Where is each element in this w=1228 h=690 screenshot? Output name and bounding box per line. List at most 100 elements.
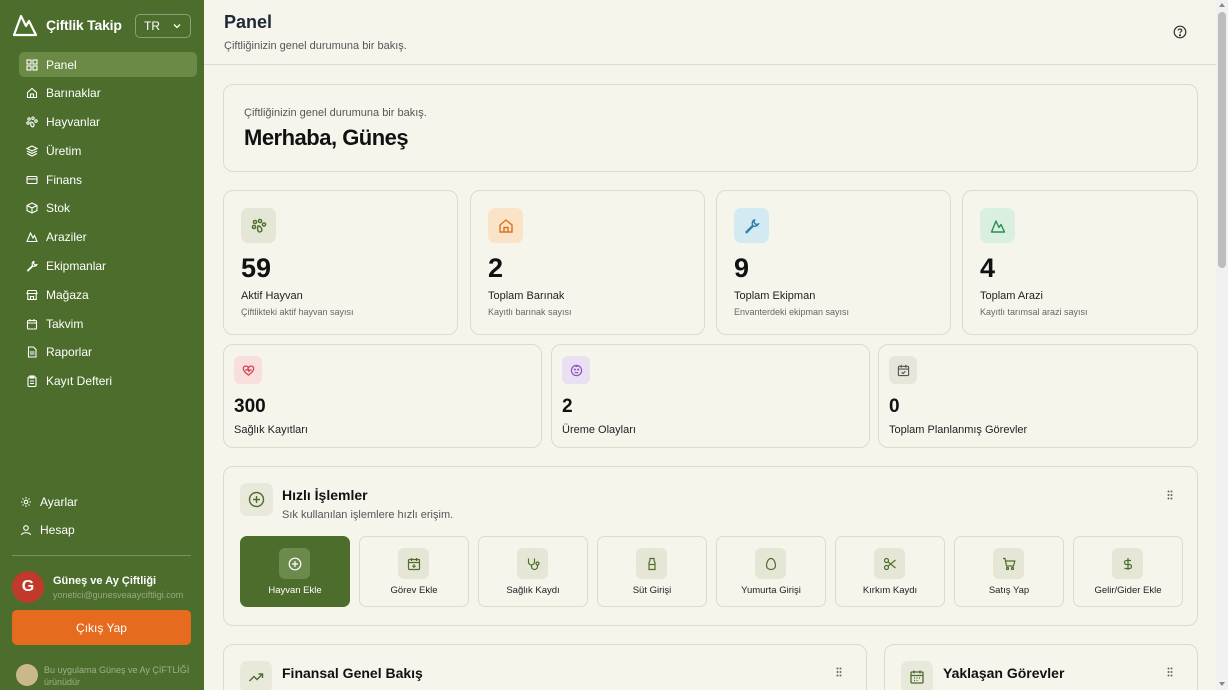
clipboard-icon bbox=[27, 375, 37, 388]
stat-card-toplam-arazi[interactable]: 4 Toplam Arazi Kayıtlı tarımsal arazi sa… bbox=[962, 190, 1198, 335]
scissors-icon bbox=[883, 557, 896, 570]
quick-action-sut-girisi[interactable]: Süt Girişi bbox=[597, 536, 707, 607]
sidebar-item-stok[interactable]: Stok bbox=[19, 196, 197, 221]
calendar-icon bbox=[897, 364, 909, 376]
quick-action-gorev-ekle[interactable]: Görev Ekle bbox=[359, 536, 469, 607]
farm-logo-icon bbox=[16, 664, 38, 686]
home-icon bbox=[26, 88, 38, 99]
scroll-down-arrow-icon[interactable] bbox=[1219, 682, 1225, 686]
welcome-subtitle: Çiftliğinizin genel durumuna bir bakış. bbox=[244, 107, 427, 119]
sidebar-item-hesap[interactable]: Hesap bbox=[19, 518, 197, 543]
quick-action-label: Satış Yap bbox=[988, 585, 1030, 596]
help-icon[interactable] bbox=[1173, 25, 1187, 39]
user-email: yonetici@gunesveaayciftligi.com bbox=[53, 589, 184, 600]
box-icon bbox=[26, 202, 38, 215]
quick-actions-subtitle: Sık kullanılan işlemlere hızlı erişim. bbox=[282, 509, 454, 521]
trend-up-icon bbox=[249, 673, 264, 682]
sidebar-item-label: Barınaklar bbox=[46, 86, 101, 101]
milk-icon bbox=[647, 557, 656, 570]
egg-icon bbox=[765, 557, 776, 570]
baby-icon bbox=[570, 364, 582, 376]
upcoming-tasks-card: Yaklaşan Görevler bbox=[884, 644, 1198, 690]
paw-icon bbox=[26, 116, 38, 128]
sidebar-item-finans[interactable]: Finans bbox=[19, 167, 197, 192]
mountain-logo-icon bbox=[12, 14, 38, 37]
quick-action-hayvan-ekle[interactable]: Hayvan Ekle bbox=[240, 536, 350, 607]
stat-card-ureme-olaylari[interactable]: 2 Üreme Olayları bbox=[551, 344, 870, 448]
quick-action-satis-yap[interactable]: Satış Yap bbox=[954, 536, 1064, 607]
drag-handle-icon[interactable] bbox=[1167, 667, 1173, 677]
sidebar-item-magaza[interactable]: Mağaza bbox=[19, 282, 197, 307]
stat-icon-box bbox=[234, 356, 262, 384]
stat-description: Kayıtlı barınak sayısı bbox=[488, 307, 572, 317]
user-name: Güneş ve Ay Çiftliği bbox=[53, 574, 157, 587]
sidebar-item-ayarlar[interactable]: Ayarlar bbox=[19, 489, 197, 514]
footer-note: Bu uygulama Güneş ve Ay ÇİFTLİĞİ ürünüdü… bbox=[16, 664, 196, 688]
scrollbar-thumb[interactable] bbox=[1218, 12, 1226, 268]
sidebar-item-raporlar[interactable]: Raporlar bbox=[19, 340, 197, 365]
sidebar-item-araziler[interactable]: Araziler bbox=[19, 225, 197, 250]
grid-icon bbox=[26, 58, 38, 71]
quick-action-kirkim-kaydi[interactable]: Kırkım Kaydı bbox=[835, 536, 945, 607]
sidebar-item-hayvanlar[interactable]: Hayvanlar bbox=[19, 110, 197, 135]
sidebar-item-label: Finans bbox=[46, 172, 83, 187]
quick-action-yumurta-girisi[interactable]: Yumurta Girişi bbox=[716, 536, 826, 607]
user-icon bbox=[20, 525, 32, 536]
quick-actions-card: Hızlı İşlemler Sık kullanılan işlemlere … bbox=[223, 466, 1198, 626]
stat-icon-box bbox=[734, 208, 769, 243]
page-scrollbar[interactable] bbox=[1216, 0, 1228, 690]
logout-button[interactable]: Çıkış Yap bbox=[12, 610, 191, 645]
quick-action-label: Kırkım Kaydı bbox=[862, 585, 918, 596]
sidebar-item-ekipmanlar[interactable]: Ekipmanlar bbox=[19, 254, 197, 279]
stat-card-toplam-barinak[interactable]: 2 Toplam Barınak Kayıtlı barınak sayısı bbox=[470, 190, 705, 335]
stat-label: Aktif Hayvan bbox=[241, 290, 303, 302]
quick-action-label: Görev Ekle bbox=[390, 585, 438, 596]
stat-card-aktif-hayvan[interactable]: 59 Aktif Hayvan Çiftlikteki aktif hayvan… bbox=[223, 190, 458, 335]
store-icon bbox=[26, 289, 38, 300]
sidebar-nav: Panel Barınaklar Hayvanlar Üretim Finans… bbox=[19, 52, 197, 398]
scroll-up-arrow-icon[interactable] bbox=[1219, 3, 1225, 7]
stat-value: 4 bbox=[980, 253, 996, 283]
quick-action-saglik-kaydi[interactable]: Sağlık Kaydı bbox=[478, 536, 588, 607]
stat-icon-box bbox=[980, 208, 1015, 243]
plus-circle-icon bbox=[288, 557, 301, 570]
wrench-icon bbox=[26, 261, 38, 272]
sidebar-item-uretim[interactable]: Üretim bbox=[19, 138, 197, 163]
cart-icon bbox=[1002, 557, 1016, 570]
drag-handle-icon[interactable] bbox=[836, 667, 842, 677]
quick-action-icon-box bbox=[755, 548, 786, 579]
stat-icon-box bbox=[562, 356, 590, 384]
quick-action-label: Gelir/Gider Ekle bbox=[1094, 585, 1162, 596]
stat-card-saglik-kayitlari[interactable]: 300 Sağlık Kayıtları bbox=[223, 344, 542, 448]
sidebar-item-panel[interactable]: Panel bbox=[19, 52, 197, 77]
quick-action-icon-box bbox=[517, 548, 548, 579]
sidebar-item-label: Kayıt Defteri bbox=[46, 374, 113, 389]
sidebar-item-label: Mağaza bbox=[46, 287, 89, 302]
plus-circle-icon bbox=[248, 491, 265, 508]
sidebar-item-label: Stok bbox=[46, 201, 71, 216]
page-title: Panel bbox=[224, 12, 273, 32]
calendar-icon bbox=[910, 670, 924, 684]
brand[interactable]: Çiftlik Takip bbox=[12, 12, 122, 38]
stat-value: 9 bbox=[734, 253, 750, 283]
stat-value: 300 bbox=[234, 396, 266, 417]
stat-label: Toplam Ekipman bbox=[734, 290, 816, 302]
quick-actions-title: Hızlı İşlemler bbox=[282, 487, 368, 503]
quick-action-gelir-gider-ekle[interactable]: Gelir/Gider Ekle bbox=[1073, 536, 1183, 607]
sidebar-item-barinaklar[interactable]: Barınaklar bbox=[19, 81, 197, 106]
sidebar-item-kayit-defteri[interactable]: Kayıt Defteri bbox=[19, 369, 197, 394]
sidebar-item-label: Hesap bbox=[40, 523, 75, 538]
stat-value: 0 bbox=[889, 396, 900, 417]
stat-icon-box bbox=[488, 208, 523, 243]
stat-card-planlanmis-gorevler[interactable]: 0 Toplam Planlanmış Görevler bbox=[878, 344, 1198, 448]
language-select[interactable]: TR bbox=[135, 14, 191, 38]
sidebar-divider bbox=[12, 555, 191, 556]
stat-card-toplam-ekipman[interactable]: 9 Toplam Ekipman Envanterdeki ekipman sa… bbox=[716, 190, 951, 335]
welcome-title: Merhaba, Güneş bbox=[244, 125, 409, 150]
sidebar-bottom-nav: Ayarlar Hesap bbox=[19, 489, 197, 547]
drag-handle-icon[interactable] bbox=[1167, 490, 1173, 500]
sidebar-item-takvim[interactable]: Takvim bbox=[19, 311, 197, 336]
stat-icon-box bbox=[241, 208, 276, 243]
paw-icon bbox=[251, 218, 266, 233]
user-profile[interactable]: G Güneş ve Ay Çiftliği yonetici@gunesvea… bbox=[12, 571, 183, 603]
